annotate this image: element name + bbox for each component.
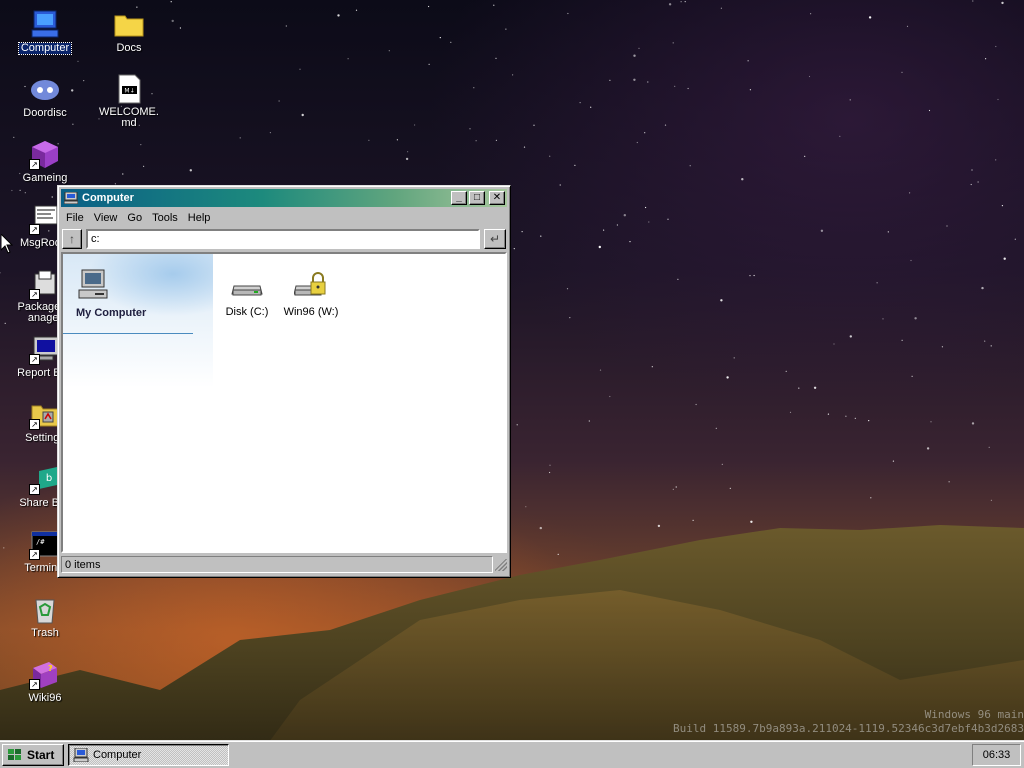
minimize-icon: _	[456, 192, 462, 203]
window-title: Computer	[82, 192, 134, 204]
side-panel-divider	[63, 333, 193, 334]
desktop-icon-label: Wiki96	[28, 692, 62, 704]
up-folder-button[interactable]: ↑	[62, 229, 82, 249]
address-bar: ↑ ↵	[61, 229, 507, 251]
build-info-line2: Build 11589.7b9a893a.211024-1119.52346c3…	[673, 722, 1024, 735]
help-book-icon: ? ↗	[29, 658, 61, 690]
shortcut-arrow-icon: ↗	[29, 484, 40, 495]
maximize-icon: □	[473, 192, 481, 203]
shortcut-arrow-icon: ↗	[29, 159, 40, 170]
desktop-icon-docs[interactable]: Docs	[97, 8, 161, 54]
menu-help[interactable]: Help	[183, 212, 216, 224]
desktop-icon-welcome[interactable]: M↓ WELCOME.md	[97, 73, 161, 129]
cube-icon: ↗	[29, 138, 61, 170]
desktop-icon-label: Computer	[17, 42, 73, 55]
status-item-count: 0 items	[61, 556, 493, 573]
taskbar-button-label: Computer	[93, 749, 142, 761]
desktop-icon-wiki96[interactable]: ? ↗ Wiki96	[13, 658, 77, 704]
recycle-bin-icon	[29, 593, 61, 625]
address-input[interactable]	[86, 229, 480, 249]
system-tray-clock[interactable]: 06:33	[972, 744, 1021, 766]
folder-content-area[interactable]: My Computer Disk (C:) Win96 (W:)	[61, 252, 507, 553]
computer-icon	[29, 8, 61, 40]
taskbar-button-computer[interactable]: Computer	[68, 744, 229, 766]
taskbar: Start Computer 06:33	[0, 740, 1024, 768]
clock-time: 06:33	[982, 749, 1011, 761]
windows-logo-icon	[8, 749, 21, 760]
shortcut-arrow-icon: ↗	[29, 224, 40, 235]
explorer-window[interactable]: Computer _ □ ✕ File View Go Tools Help ↑…	[57, 185, 511, 578]
status-bar: 0 items	[61, 555, 507, 574]
maximize-button[interactable]: □	[469, 191, 485, 205]
start-button[interactable]: Start	[2, 744, 64, 766]
menu-tools[interactable]: Tools	[147, 212, 183, 224]
shortcut-arrow-icon: ↗	[29, 419, 40, 430]
close-icon: ✕	[492, 192, 502, 203]
arrow-up-icon: ↑	[69, 232, 75, 246]
locked-drive-icon	[293, 272, 326, 296]
doordisc-icon	[29, 73, 61, 105]
build-info-line1: Windows 96 main	[924, 708, 1024, 721]
enter-arrow-icon: ↵	[489, 232, 501, 246]
svg-text:/#: /#	[36, 538, 45, 546]
desktop-icon-label: WELCOME.md	[99, 106, 159, 129]
svg-text:b: b	[46, 473, 52, 484]
desktop-icon-label: Trash	[31, 627, 59, 639]
desktop-icon-computer[interactable]: Computer	[13, 8, 77, 55]
minimize-button[interactable]: _	[451, 191, 467, 205]
folder-icon	[113, 8, 145, 40]
menu-go[interactable]: Go	[122, 212, 147, 224]
markdown-file-icon: M↓	[113, 73, 145, 105]
svg-text:M↓: M↓	[124, 88, 134, 95]
start-label: Start	[27, 748, 55, 762]
computer-icon	[73, 748, 89, 762]
side-panel-title: My Computer	[76, 307, 147, 319]
my-computer-icon	[78, 269, 108, 299]
disk-drive-icon	[231, 285, 263, 296]
computer-icon	[64, 192, 78, 204]
go-button[interactable]: ↵	[484, 229, 506, 249]
info-side-panel: My Computer	[63, 254, 213, 551]
mouse-cursor-icon	[1, 234, 13, 254]
menu-view[interactable]: View	[89, 212, 123, 224]
drive-item-label: Disk (C:)	[225, 306, 269, 318]
shortcut-arrow-icon: ↗	[29, 354, 40, 365]
desktop-icon-label: Doordisc	[23, 107, 67, 119]
desktop-icon-trash[interactable]: Trash	[13, 593, 77, 639]
svg-text:?: ?	[48, 664, 53, 673]
drive-item-c[interactable]: Disk (C:)	[217, 272, 277, 318]
menu-file[interactable]: File	[61, 212, 89, 224]
drive-item-w[interactable]: Win96 (W:)	[281, 272, 341, 318]
desktop-icon-doordisc[interactable]: Doordisc	[13, 73, 77, 119]
desktop-icon-gameing[interactable]: ↗ Gameing	[13, 138, 77, 184]
resize-grip-icon[interactable]	[495, 558, 507, 571]
desktop-icon-label: Docs	[116, 42, 142, 54]
build-info: Windows 96 main Build 11589.7b9a893a.211…	[673, 708, 1024, 736]
close-button[interactable]: ✕	[489, 191, 505, 205]
menu-bar: File View Go Tools Help	[61, 209, 507, 227]
window-titlebar[interactable]: Computer _ □ ✕	[61, 189, 507, 207]
shortcut-arrow-icon: ↗	[29, 289, 40, 300]
drive-item-label: Win96 (W:)	[283, 306, 339, 318]
desktop-icon-label: Gameing	[22, 172, 68, 184]
shortcut-arrow-icon: ↗	[29, 549, 40, 560]
shortcut-arrow-icon: ↗	[29, 679, 40, 690]
